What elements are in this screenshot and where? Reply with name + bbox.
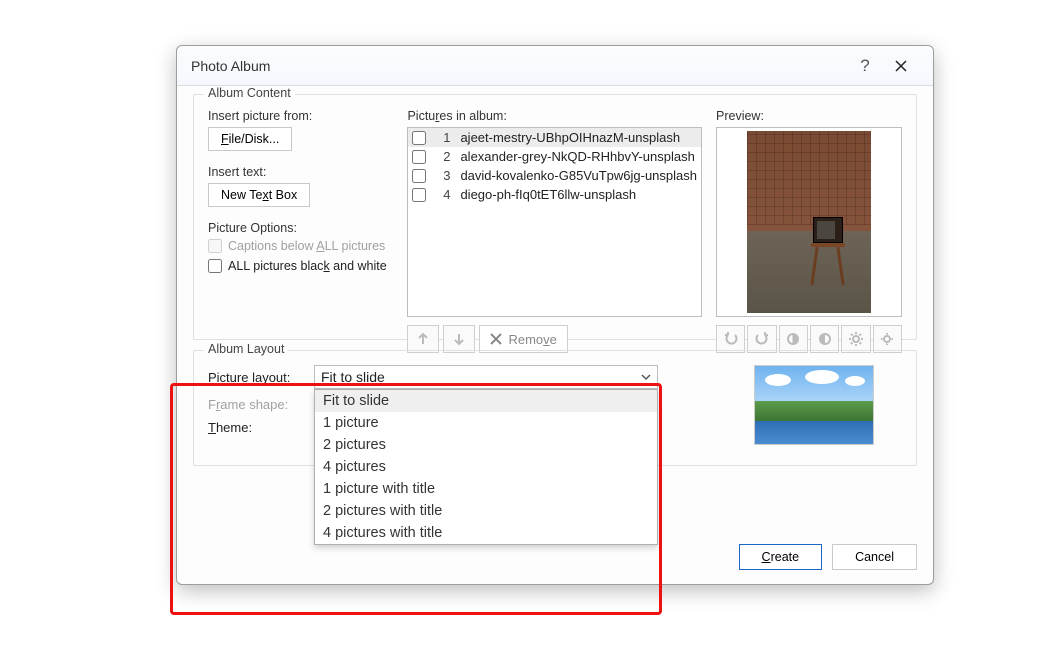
new-text-box-button[interactable]: New Text Box xyxy=(208,183,310,207)
list-item-name: ajeet-mestry-UBhpOIHnazM-unsplash xyxy=(460,130,680,145)
insert-text-label: Insert text: xyxy=(208,165,393,179)
blackwhite-checkbox[interactable]: ALL pictures black and white xyxy=(208,259,393,273)
preview-tools xyxy=(716,325,902,353)
album-content-group: Album Content Insert picture from: File/… xyxy=(193,94,917,340)
album-layout-title: Album Layout xyxy=(204,342,288,356)
cancel-button[interactable]: Cancel xyxy=(832,544,917,570)
rotate-left-icon xyxy=(724,332,738,346)
list-item-name: alexander-grey-NkQD-RHhbvY-unsplash xyxy=(460,149,694,164)
list-item[interactable]: 3 david-kovalenko-G85VuTpw6jg-unsplash xyxy=(408,166,701,185)
rotate-left-button[interactable] xyxy=(716,325,745,353)
list-item[interactable]: 4 diego-ph-fIq0tET6llw-unsplash xyxy=(408,185,701,204)
dropdown-option[interactable]: 4 pictures with title xyxy=(315,522,657,544)
pictures-listbox[interactable]: 1 ajeet-mestry-UBhpOIHnazM-unsplash 2 alexa… xyxy=(407,127,702,317)
middle-column: Pictures in album: 1 ajeet-mestry-UBhpOIH… xyxy=(407,109,702,353)
list-item-number: 3 xyxy=(434,168,450,183)
move-up-button[interactable] xyxy=(407,325,439,353)
list-tools: Remove xyxy=(407,325,702,353)
rotate-right-button[interactable] xyxy=(747,325,776,353)
dropdown-option[interactable]: Fit to slide xyxy=(315,390,657,412)
dialog-body: Album Content Insert picture from: File/… xyxy=(177,86,933,490)
list-item-number: 1 xyxy=(434,130,450,145)
brightness-up-button[interactable] xyxy=(841,325,870,353)
photo-album-dialog: Photo Album ? Album Content Insert pictu… xyxy=(176,45,934,585)
contrast-up-icon xyxy=(786,332,800,346)
brightness-up-icon xyxy=(849,332,863,346)
picture-layout-select[interactable]: Fit to slide Fit to slide1 picture2 pict… xyxy=(314,365,658,389)
captions-checkbox: Captions below ALL pictures xyxy=(208,239,393,253)
content-columns: Insert picture from: File/Disk... Insert… xyxy=(208,109,902,353)
contrast-down-icon xyxy=(818,332,832,346)
preview-box xyxy=(716,127,902,317)
picture-layout-dropdown[interactable]: Fit to slide1 picture2 pictures4 picture… xyxy=(314,389,658,545)
dialog-title: Photo Album xyxy=(191,58,847,74)
picture-layout-value: Fit to slide xyxy=(321,369,385,385)
brightness-down-button[interactable] xyxy=(873,325,902,353)
right-column: Preview: xyxy=(716,109,902,353)
dropdown-option[interactable]: 4 pictures xyxy=(315,456,657,478)
x-icon xyxy=(490,333,502,345)
picture-layout-label: Picture layout: xyxy=(208,370,304,385)
list-item-number: 2 xyxy=(434,149,450,164)
dropdown-option[interactable]: 1 picture with title xyxy=(315,478,657,500)
contrast-up-button[interactable] xyxy=(779,325,808,353)
list-item-checkbox[interactable] xyxy=(412,188,426,202)
theme-label: Theme: xyxy=(208,420,304,435)
album-layout-group: Album Layout Picture layout: Fit to slid… xyxy=(193,350,917,466)
pictures-in-album-label: Pictures in album: xyxy=(407,109,702,123)
rotate-right-icon xyxy=(755,332,769,346)
file-disk-button[interactable]: File/Disk... xyxy=(208,127,292,151)
contrast-down-button[interactable] xyxy=(810,325,839,353)
list-item-name: diego-ph-fIq0tET6llw-unsplash xyxy=(460,187,636,202)
insert-picture-label: Insert picture from: xyxy=(208,109,393,123)
create-button[interactable]: Create xyxy=(739,544,823,570)
list-item-number: 4 xyxy=(434,187,450,202)
brightness-down-icon xyxy=(880,332,894,346)
left-column: Insert picture from: File/Disk... Insert… xyxy=(208,109,393,353)
list-item[interactable]: 2 alexander-grey-NkQD-RHhbvY-unsplash xyxy=(408,147,701,166)
dropdown-option[interactable]: 2 pictures xyxy=(315,434,657,456)
close-button[interactable] xyxy=(883,52,919,80)
list-item-checkbox[interactable] xyxy=(412,150,426,164)
layout-thumbnail xyxy=(754,365,874,445)
frame-shape-label: Frame shape: xyxy=(208,397,304,412)
list-item-checkbox[interactable] xyxy=(412,131,426,145)
close-icon xyxy=(894,59,908,73)
arrow-up-icon xyxy=(416,332,430,346)
dropdown-option[interactable]: 2 pictures with title xyxy=(315,500,657,522)
dropdown-option[interactable]: 1 picture xyxy=(315,412,657,434)
arrow-down-icon xyxy=(452,332,466,346)
move-down-button[interactable] xyxy=(443,325,475,353)
list-item-checkbox[interactable] xyxy=(412,169,426,183)
preview-image xyxy=(747,131,871,313)
remove-button[interactable]: Remove xyxy=(479,325,567,353)
album-content-title: Album Content xyxy=(204,86,295,100)
preview-label: Preview: xyxy=(716,109,902,123)
picture-layout-row: Picture layout: Fit to slide Fit to slid… xyxy=(208,365,658,389)
list-item-name: david-kovalenko-G85VuTpw6jg-unsplash xyxy=(460,168,697,183)
blackwhite-checkbox-input[interactable] xyxy=(208,259,222,273)
titlebar: Photo Album ? xyxy=(177,46,933,86)
help-button[interactable]: ? xyxy=(847,52,883,80)
chevron-down-icon xyxy=(641,372,651,382)
picture-options-label: Picture Options: xyxy=(208,221,393,235)
captions-checkbox-input xyxy=(208,239,222,253)
dialog-footer: Create Cancel xyxy=(739,544,917,570)
list-item[interactable]: 1 ajeet-mestry-UBhpOIHnazM-unsplash xyxy=(408,128,701,147)
